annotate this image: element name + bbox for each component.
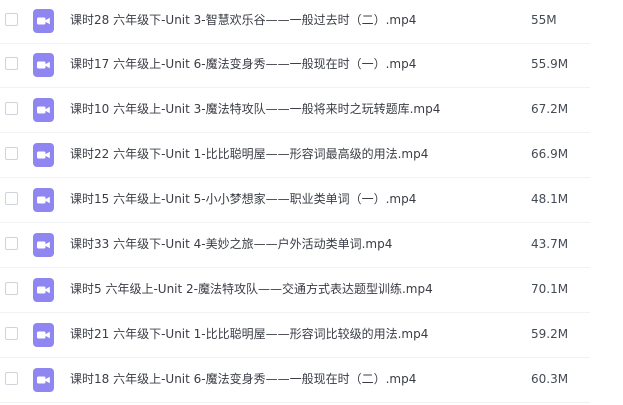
file-name[interactable]: 课时5 六年级上-Unit 2-魔法特攻队——交通方式表达题型训练.mp4 [70,282,433,296]
file-name[interactable]: 课时18 六年级上-Unit 6-魔法变身秀——一般现在时（二）.mp4 [70,372,416,386]
video-file-icon [33,53,54,77]
file-size: 66.9M [531,147,569,161]
file-size: 43.7M [531,237,569,251]
file-size: 60.3M [531,372,569,386]
row-checkbox[interactable] [5,327,18,340]
file-list: 课时28 六年级下-Unit 3-智慧欢乐谷——一般过去时（二）.mp4 55M 课… [0,0,623,405]
file-name[interactable]: 课时28 六年级下-Unit 3-智慧欢乐谷——一般过去时（二）.mp4 [70,13,416,27]
file-size: 70.1M [531,282,569,296]
row-checkbox[interactable] [5,57,18,70]
video-file-icon [33,188,54,212]
file-row[interactable]: 课时17 六年级上-Unit 6-魔法变身秀——一般现在时（一）.mp4 55.9… [0,44,590,88]
file-row[interactable]: 课时15 六年级上-Unit 5-小小梦想家——职业类单词（一）.mp4 48.1… [0,179,590,223]
file-row[interactable]: 课时18 六年级上-Unit 6-魔法变身秀——一般现在时（二）.mp4 60.3… [0,359,590,403]
file-size: 55M [531,13,557,27]
row-checkbox[interactable] [5,237,18,250]
file-name[interactable]: 课时10 六年级上-Unit 3-魔法特攻队——一般将来时之玩转题库.mp4 [70,102,440,116]
row-checkbox[interactable] [5,192,18,205]
video-file-icon [33,143,54,167]
video-file-icon [33,368,54,392]
file-size: 55.9M [531,57,569,71]
row-checkbox[interactable] [5,372,18,385]
file-row[interactable]: 课时10 六年级上-Unit 3-魔法特攻队——一般将来时之玩转题库.mp4 67… [0,89,590,133]
file-name[interactable]: 课时33 六年级下-Unit 4-美妙之旅——户外活动类单词.mp4 [70,237,392,251]
video-file-icon [33,278,54,302]
row-checkbox[interactable] [5,147,18,160]
file-size: 59.2M [531,327,569,341]
file-row[interactable]: 课时33 六年级下-Unit 4-美妙之旅——户外活动类单词.mp4 43.7M [0,224,590,268]
file-row[interactable]: 课时22 六年级下-Unit 1-比比聪明屋——形容词最高级的用法.mp4 66.… [0,134,590,178]
file-name[interactable]: 课时15 六年级上-Unit 5-小小梦想家——职业类单词（一）.mp4 [70,192,416,206]
file-row[interactable]: 课时21 六年级下-Unit 1-比比聪明屋——形容词比较级的用法.mp4 59.… [0,314,590,358]
file-row[interactable]: 课时28 六年级下-Unit 3-智慧欢乐谷——一般过去时（二）.mp4 55M [0,0,590,44]
file-name[interactable]: 课时21 六年级下-Unit 1-比比聪明屋——形容词比较级的用法.mp4 [70,327,428,341]
video-file-icon [33,233,54,257]
file-size: 67.2M [531,102,569,116]
row-checkbox[interactable] [5,13,18,26]
video-file-icon [33,98,54,122]
row-checkbox[interactable] [5,282,18,295]
file-size: 48.1M [531,192,569,206]
row-checkbox[interactable] [5,102,18,115]
video-file-icon [33,323,54,347]
file-row[interactable]: 课时5 六年级上-Unit 2-魔法特攻队——交通方式表达题型训练.mp4 70.… [0,269,590,313]
video-file-icon [33,9,54,33]
file-name[interactable]: 课时22 六年级下-Unit 1-比比聪明屋——形容词最高级的用法.mp4 [70,147,428,161]
file-name[interactable]: 课时17 六年级上-Unit 6-魔法变身秀——一般现在时（一）.mp4 [70,57,416,71]
